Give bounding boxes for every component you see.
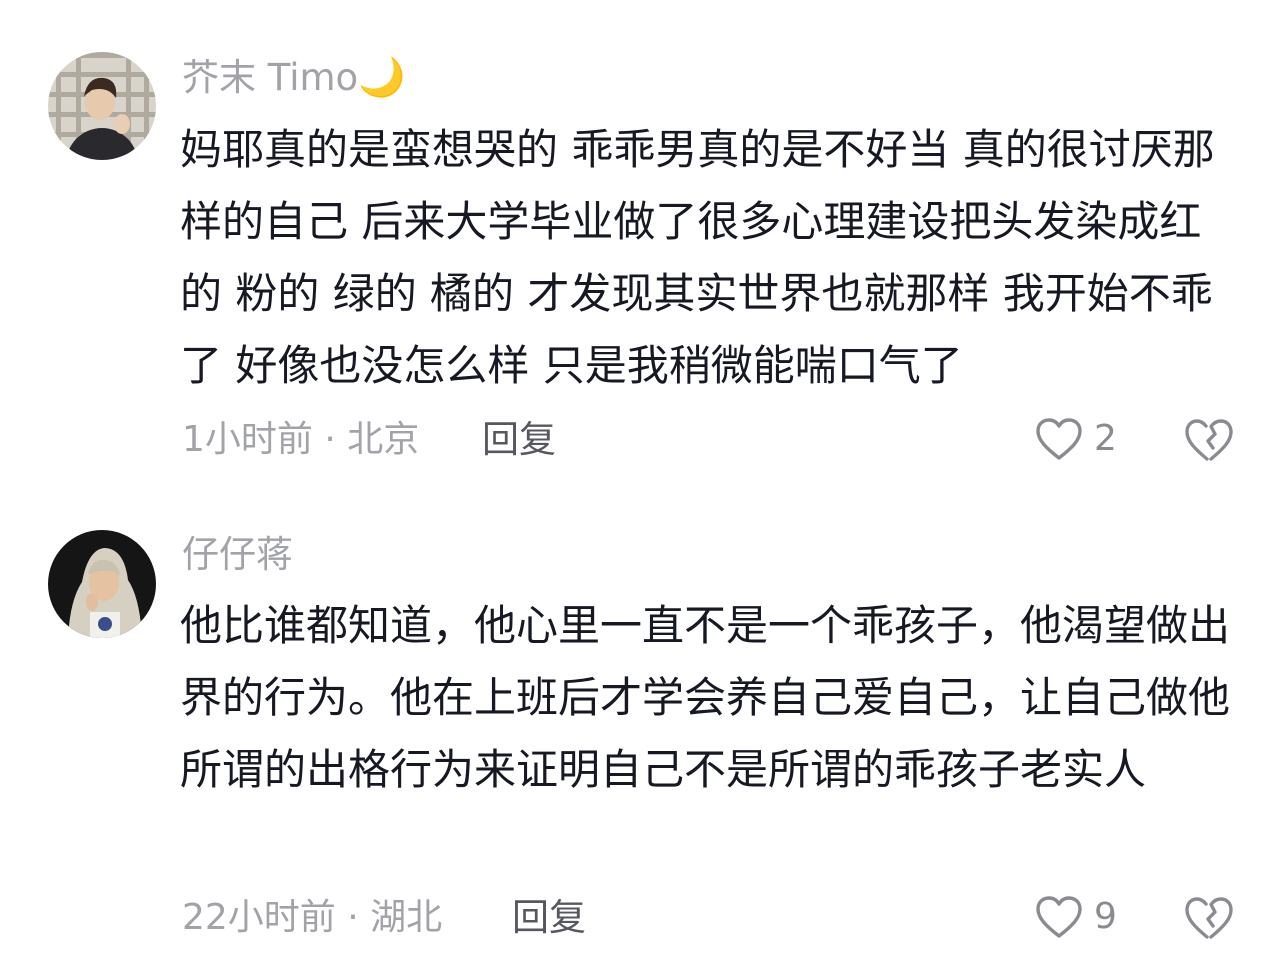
like-count: 2 [1094, 418, 1117, 459]
like-button[interactable]: 2 [1034, 416, 1117, 462]
dislike-button[interactable] [1184, 895, 1234, 941]
like-count: 9 [1094, 896, 1117, 937]
reply-button[interactable]: 回复 [512, 896, 586, 940]
like-button[interactable]: 9 [1034, 894, 1117, 940]
heart-outline-icon [1036, 418, 1082, 460]
avatar-image [48, 52, 156, 160]
comment-time-location: 22小时前 · 湖北 [182, 897, 443, 938]
comment-text: 他比谁都知道，他心里一直不是一个乖孩子，他渴望做出界的行为。他在上班后才学会养自… [180, 601, 1231, 794]
comment-username[interactable]: 芥末 Timo🌙 [182, 54, 406, 101]
username-text: 仔仔蒋 [182, 533, 293, 576]
username-text: 芥末 Timo [182, 56, 359, 99]
comment-item: 仔仔蒋 他比谁都知道，他心里一直不是一个乖孩子，他渴望做出界的行为。他在上班后才… [0, 480, 1284, 968]
moon-emoji-icon: 🌙 [358, 55, 406, 99]
avatar[interactable] [48, 52, 156, 160]
comment-time-location: 1小时前 · 北京 [182, 419, 420, 460]
broken-heart-icon [1185, 897, 1233, 939]
avatar[interactable] [48, 530, 156, 638]
dislike-button[interactable] [1184, 417, 1234, 463]
comment-username[interactable]: 仔仔蒋 [182, 532, 293, 578]
comment-text: 妈耶真的是蛮想哭的 乖乖男真的是不好当 真的很讨厌那样的自己 后来大学毕业做了很… [180, 125, 1215, 390]
heart-outline-icon [1036, 896, 1082, 938]
comment-item: 芥末 Timo🌙 妈耶真的是蛮想哭的 乖乖男真的是不好当 真的很讨厌那样的自己 … [0, 0, 1284, 480]
avatar-image [48, 530, 156, 638]
broken-heart-icon [1185, 419, 1233, 461]
reply-button[interactable]: 回复 [482, 418, 556, 462]
